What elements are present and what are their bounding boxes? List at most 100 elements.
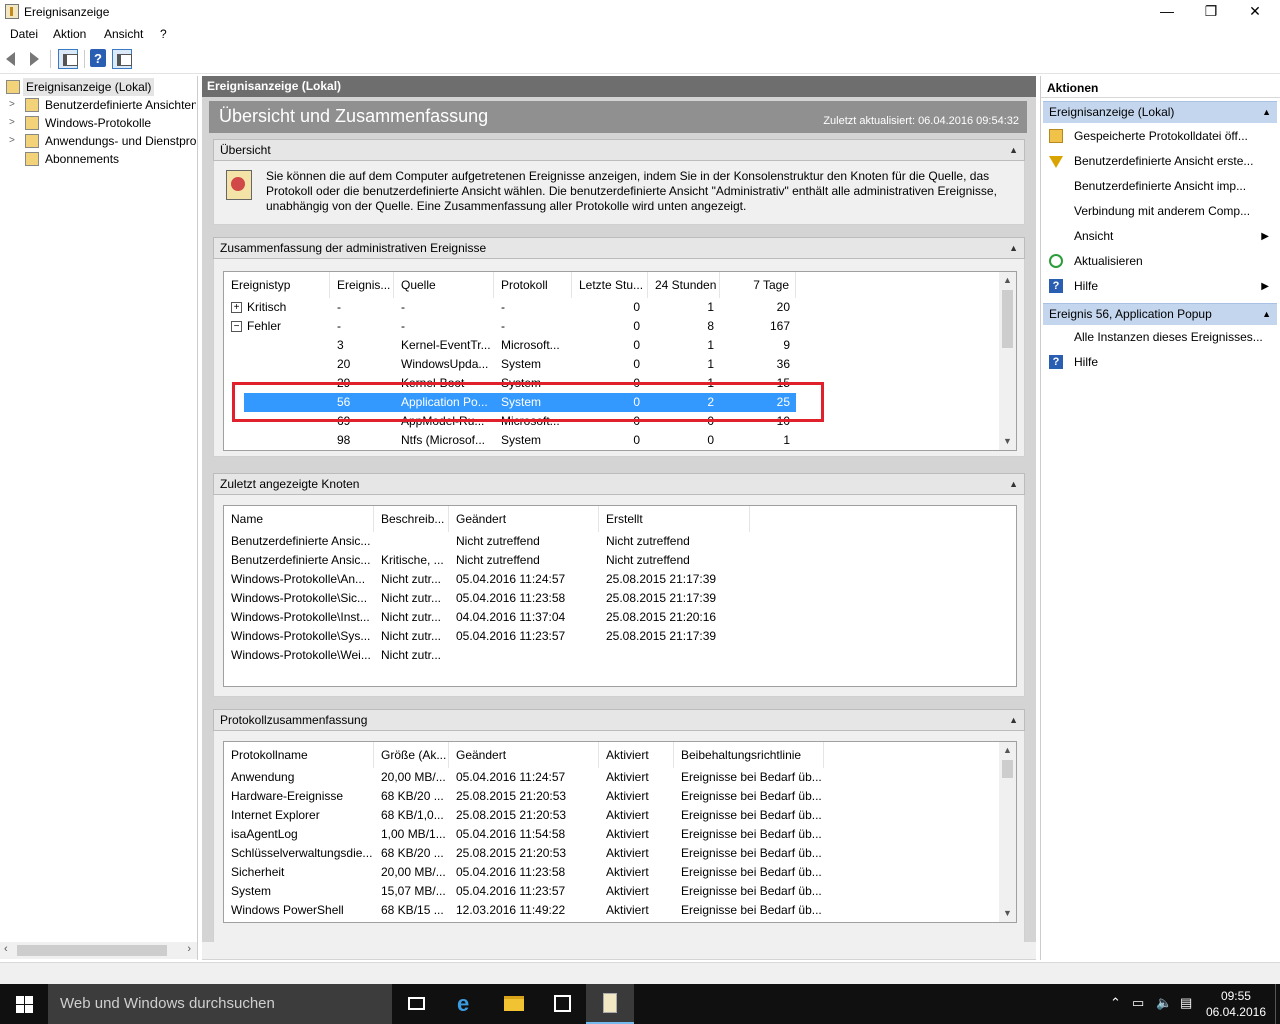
scroll-right-icon[interactable]: › <box>187 943 191 955</box>
chevron-right-icon[interactable]: > <box>9 114 15 132</box>
recent-node-row[interactable]: Windows-Protokolle\An... Nicht zutr... 05.… <box>224 570 824 589</box>
close-button[interactable]: ✕ <box>1232 0 1278 24</box>
action-item[interactable]: ? Hilfe ▶ <box>1043 274 1269 299</box>
scroll-left-icon[interactable]: ‹ <box>4 943 8 955</box>
tree-item-custom-views[interactable]: > Benutzerdefinierte Ansichten <box>0 96 196 114</box>
log-summary-row[interactable]: isaAgentLog 1,00 MB/1... 05.04.2016 11:54:… <box>224 825 984 844</box>
chevron-right-icon[interactable]: > <box>9 132 15 150</box>
volume-icon[interactable]: 🔈 <box>1156 995 1172 1011</box>
show-hide-action-pane-button[interactable] <box>112 49 132 69</box>
collapse-arrow-icon[interactable]: ▲ <box>1262 102 1271 123</box>
network-icon[interactable]: ▭ <box>1132 995 1144 1011</box>
log-summary-row[interactable]: Sicherheit 20,00 MB/... 05.04.2016 11:23:5… <box>224 863 984 882</box>
show-hide-tree-button[interactable] <box>58 49 78 69</box>
overview-section-header[interactable]: Übersicht ▲ <box>213 139 1025 161</box>
help-button[interactable]: ? <box>90 49 106 67</box>
log-summary-section-header[interactable]: Protokollzusammenfassung ▲ <box>213 709 1025 731</box>
admin-event-row[interactable]: 56 Application Po... System 0 2 25 <box>244 393 796 412</box>
admin-summary-section-header[interactable]: Zusammenfassung der administrativen Erei… <box>213 237 1025 259</box>
notification-icon[interactable]: ▤ <box>1180 995 1192 1011</box>
column-header[interactable]: Quelle <box>394 272 494 298</box>
admin-event-row[interactable]: − Fehler - - - 0 8 167 <box>224 317 796 336</box>
admin-event-row[interactable]: 20 WindowsUpda... System 0 1 36 <box>224 355 796 374</box>
column-header[interactable]: Protokollname <box>224 742 374 768</box>
menu-help[interactable]: ? <box>160 27 167 41</box>
log-summary-table[interactable]: Protokollname Größe (Ak... Geändert Akti… <box>223 741 1017 923</box>
column-header[interactable]: Ereignis... <box>330 272 394 298</box>
action-item[interactable]: Benutzerdefinierte Ansicht imp... <box>1043 174 1269 199</box>
restore-button[interactable]: ❐ <box>1188 0 1234 24</box>
chevron-right-icon[interactable]: > <box>9 96 15 114</box>
log-summary-row[interactable]: Hardware-Ereignisse 68 KB/20 ... 25.08.201… <box>224 787 984 806</box>
admin-table-vertical-scrollbar[interactable]: ▲ ▼ <box>999 272 1016 450</box>
column-header[interactable]: Ereignistyp <box>224 272 330 298</box>
column-header[interactable]: Erstellt <box>599 506 750 532</box>
center-horizontal-scrollbar[interactable] <box>202 942 1036 959</box>
action-item[interactable]: Benutzerdefinierte Ansicht erste... <box>1043 149 1269 174</box>
column-header[interactable]: 24 Stunden <box>648 272 720 298</box>
column-header[interactable]: Protokoll <box>494 272 572 298</box>
scrollbar-thumb[interactable] <box>1002 760 1013 778</box>
tree-item-windows-logs[interactable]: > Windows-Protokolle <box>0 114 196 132</box>
admin-event-row[interactable]: 3 Kernel-EventTr... Microsoft... 0 1 9 <box>224 336 796 355</box>
action-item[interactable]: Alle Instanzen dieses Ereignisses... <box>1043 325 1269 350</box>
collapse-arrow-icon[interactable]: ▲ <box>1262 304 1271 325</box>
expand-icon[interactable]: + <box>231 302 242 313</box>
column-header[interactable]: Beschreib... <box>374 506 449 532</box>
tree-item-event-viewer-local[interactable]: Ereignisanzeige (Lokal) <box>0 78 196 96</box>
column-header[interactable]: Beibehaltungsrichtlinie <box>674 742 824 768</box>
collapse-arrow-icon[interactable]: ▲ <box>1009 140 1018 160</box>
minimize-button[interactable]: — <box>1144 0 1190 24</box>
column-header[interactable]: Größe (Ak... <box>374 742 449 768</box>
start-button[interactable] <box>0 984 48 1024</box>
admin-event-row[interactable]: 69 AppModel-Ru... Microsoft... 0 0 10 <box>224 412 796 431</box>
action-item[interactable]: Ansicht ▶ <box>1043 224 1269 249</box>
column-header[interactable]: Geändert <box>449 506 599 532</box>
collapse-arrow-icon[interactable]: ▲ <box>1009 710 1018 730</box>
log-summary-row[interactable]: Anwendung 20,00 MB/... 05.04.2016 11:24:57… <box>224 768 984 787</box>
event-viewer-taskbar-button[interactable] <box>586 984 634 1024</box>
column-header[interactable]: Name <box>224 506 374 532</box>
column-header[interactable]: Letzte Stu... <box>572 272 648 298</box>
log-summary-row[interactable]: System 15,07 MB/... 05.04.2016 11:23:57 Akt… <box>224 882 984 901</box>
scrollbar-thumb[interactable] <box>17 945 167 956</box>
recent-node-row[interactable]: Benutzerdefinierte Ansic... Nicht zutreff… <box>224 532 824 551</box>
recent-node-row[interactable]: Windows-Protokolle\Sys... Nicht zutr... 05… <box>224 627 824 646</box>
admin-event-row[interactable]: + Kritisch - - - 0 1 20 <box>224 298 796 317</box>
edge-button[interactable]: e <box>442 984 490 1024</box>
show-desktop-button[interactable] <box>1275 984 1280 1024</box>
scroll-down-icon[interactable]: ▼ <box>999 433 1016 450</box>
log-summary-row[interactable]: Schlüsselverwaltungsdie... 68 KB/20 ... 25… <box>224 844 984 863</box>
forward-button[interactable] <box>24 49 44 69</box>
store-button[interactable] <box>538 984 586 1024</box>
scroll-down-icon[interactable]: ▼ <box>999 905 1016 922</box>
collapse-arrow-icon[interactable]: ▲ <box>1009 474 1018 494</box>
tray-clock[interactable]: 09:55 06.04.2016 <box>1206 988 1266 1020</box>
scroll-up-icon[interactable]: ▲ <box>999 272 1016 289</box>
action-item[interactable]: Verbindung mit anderem Comp... <box>1043 199 1269 224</box>
file-explorer-button[interactable] <box>490 984 538 1024</box>
scrollbar-thumb[interactable] <box>1002 290 1013 348</box>
chevron-up-icon[interactable]: ⌃ <box>1110 995 1121 1011</box>
column-header[interactable]: Aktiviert <box>599 742 674 768</box>
log-summary-row[interactable]: Internet Explorer 68 KB/1,0... 25.08.2015 … <box>224 806 984 825</box>
action-group-event-viewer-local[interactable]: Ereignisanzeige (Lokal) ▲ <box>1043 101 1277 123</box>
collapse-icon[interactable]: − <box>231 321 242 332</box>
task-view-button[interactable] <box>392 984 440 1024</box>
column-header[interactable]: 7 Tage <box>720 272 796 298</box>
menu-ansicht[interactable]: Ansicht <box>104 27 143 41</box>
action-item[interactable]: Gespeicherte Protokolldatei öff... <box>1043 124 1269 149</box>
recent-nodes-table[interactable]: Name Beschreib... Geändert Erstellt Benu… <box>223 505 1017 687</box>
action-item[interactable]: Aktualisieren <box>1043 249 1269 274</box>
action-group-event-56[interactable]: Ereignis 56, Application Popup ▲ <box>1043 303 1277 325</box>
taskbar-search-input[interactable]: Web und Windows durchsuchen <box>48 984 392 1024</box>
menu-datei[interactable]: Datei <box>10 27 38 41</box>
tree-horizontal-scrollbar[interactable]: ‹ › <box>0 942 197 959</box>
menu-aktion[interactable]: Aktion <box>53 27 86 41</box>
admin-event-row[interactable]: 29 Kernel-Boot System 0 1 15 <box>224 374 796 393</box>
admin-event-row[interactable]: 98 Ntfs (Microsof... System 0 0 1 <box>224 431 796 450</box>
back-button[interactable] <box>4 49 24 69</box>
admin-events-table[interactable]: Ereignistyp Ereignis... Quelle Protokoll… <box>223 271 1017 451</box>
log-summary-row[interactable]: Windows PowerShell 68 KB/15 ... 12.03.2016… <box>224 901 984 920</box>
scroll-up-icon[interactable]: ▲ <box>999 742 1016 759</box>
